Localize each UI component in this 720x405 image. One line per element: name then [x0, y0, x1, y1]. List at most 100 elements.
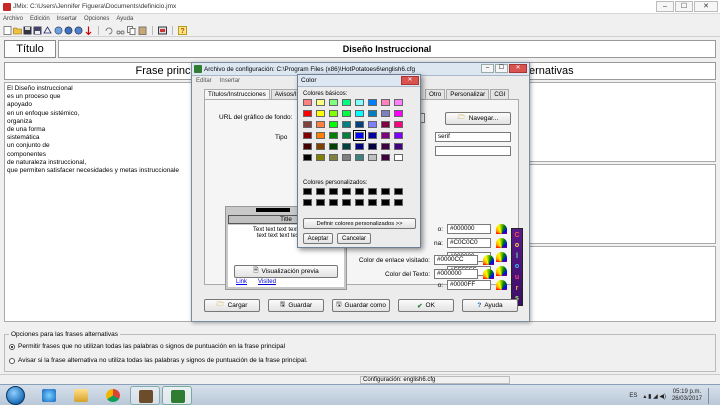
cut-icon[interactable]	[116, 26, 125, 35]
accept-button[interactable]: Aceptar	[303, 233, 333, 244]
config-menu-editar[interactable]: Editar	[196, 78, 212, 84]
font-field[interactable]: serif	[435, 132, 511, 142]
color-swatch[interactable]	[381, 132, 390, 139]
config-close-button[interactable]: ✕	[509, 64, 527, 73]
color-swatch[interactable]	[368, 132, 377, 139]
web3-icon[interactable]	[74, 26, 83, 35]
menu-edicion[interactable]: Edición	[30, 14, 50, 24]
color-field-5[interactable]: #0000FF	[447, 280, 491, 290]
preview-visited[interactable]: Visited	[258, 279, 276, 285]
new-icon[interactable]	[3, 26, 12, 35]
color-swatch[interactable]	[355, 154, 364, 161]
save-icon[interactable]	[23, 26, 32, 35]
custom-color-swatch[interactable]	[342, 188, 351, 195]
color-close-button[interactable]: ✕	[401, 76, 419, 85]
browse-button[interactable]: 🗁 Navegar...	[445, 112, 511, 125]
text-color-field[interactable]: #000000	[434, 269, 478, 279]
web-icon[interactable]	[54, 26, 63, 35]
taskbar-explorer[interactable]	[66, 386, 96, 405]
custom-color-swatch[interactable]	[368, 188, 377, 195]
color-field-2[interactable]: #C0C0C0	[447, 238, 491, 248]
title-field[interactable]: Diseño Instruccional	[58, 40, 716, 58]
close-button[interactable]: ✕	[694, 1, 718, 12]
color-swatch[interactable]	[316, 121, 325, 128]
config-maximize-button[interactable]: ☐	[495, 64, 508, 73]
custom-color-swatch[interactable]	[355, 188, 364, 195]
color-swatch[interactable]	[342, 121, 351, 128]
help-icon[interactable]: ?	[178, 26, 187, 35]
color-field-1[interactable]: #000000	[447, 224, 491, 234]
custom-color-swatch[interactable]	[316, 199, 325, 206]
color-swatch[interactable]	[381, 121, 390, 128]
color-swatch[interactable]	[368, 121, 377, 128]
color-picker-icon[interactable]	[496, 252, 507, 262]
visited-link-color-field[interactable]: #0000CC	[434, 255, 478, 265]
taskbar-ie[interactable]	[34, 386, 64, 405]
minimize-button[interactable]: –	[656, 1, 674, 12]
color-swatch[interactable]	[303, 132, 312, 139]
color-swatch[interactable]	[381, 154, 390, 161]
taskbar-chrome[interactable]	[98, 386, 128, 405]
color-swatch[interactable]	[342, 99, 351, 106]
custom-color-swatch[interactable]	[342, 199, 351, 206]
color-picker-icon[interactable]	[496, 224, 507, 234]
load-button[interactable]: 🗁 Cargar	[204, 299, 260, 312]
color-swatch[interactable]	[303, 110, 312, 117]
color-swatch[interactable]	[329, 110, 338, 117]
ok-button[interactable]: ✔ OK	[398, 299, 454, 312]
main-sentence-textarea[interactable]: El Diseño instruccional es un proceso qu…	[4, 82, 194, 322]
custom-color-swatch[interactable]	[381, 188, 390, 195]
color-swatch[interactable]	[381, 99, 390, 106]
color-swatch[interactable]	[329, 132, 338, 139]
color-swatch[interactable]	[329, 154, 338, 161]
color-swatch[interactable]	[303, 143, 312, 150]
tab-otro[interactable]: Otro	[425, 89, 446, 99]
help-button[interactable]: ? Ayuda	[462, 299, 518, 312]
custom-color-swatch[interactable]	[303, 199, 312, 206]
color-swatch[interactable]	[303, 99, 312, 106]
save-as-icon[interactable]	[33, 26, 42, 35]
color-swatch[interactable]	[394, 110, 403, 117]
color-swatch[interactable]	[355, 121, 364, 128]
tab-titulos[interactable]: Títulos/Instrucciones	[204, 89, 270, 99]
color-swatch[interactable]	[316, 154, 325, 161]
color-swatch[interactable]	[355, 143, 364, 150]
color-swatch[interactable]	[394, 132, 403, 139]
save-as-button[interactable]: 🖫 Guardar como	[332, 299, 390, 312]
alternative-textarea-3[interactable]	[528, 246, 716, 322]
custom-color-swatch[interactable]	[394, 199, 403, 206]
taskbar-hotpotatoes[interactable]	[130, 386, 160, 405]
color-swatch[interactable]	[381, 110, 390, 117]
color-swatch[interactable]	[329, 99, 338, 106]
define-custom-colors-button[interactable]: Definir colores personalizados >>	[303, 218, 416, 229]
custom-color-swatch[interactable]	[316, 188, 325, 195]
color-swatch[interactable]	[394, 99, 403, 106]
color-swatch[interactable]	[316, 132, 325, 139]
alternative-textarea-2[interactable]	[528, 164, 716, 244]
preview-button[interactable]: 🗎 Visualización previa	[234, 265, 338, 278]
maximize-button[interactable]: ☐	[675, 1, 693, 12]
title-button[interactable]: Título	[4, 40, 56, 58]
custom-color-swatch[interactable]	[303, 188, 312, 195]
menu-archivo[interactable]: Archivo	[3, 14, 23, 24]
cancel-button[interactable]: Cancelar	[337, 233, 371, 244]
color-swatch[interactable]	[316, 143, 325, 150]
custom-color-swatch[interactable]	[368, 199, 377, 206]
color-swatch[interactable]	[353, 130, 366, 141]
custom-color-swatch[interactable]	[329, 188, 338, 195]
arrow-icon[interactable]	[84, 26, 93, 36]
paste-icon[interactable]	[138, 26, 147, 35]
undo-icon[interactable]	[104, 26, 113, 35]
menu-insertar[interactable]: Insertar	[57, 14, 77, 24]
preview-link[interactable]: Link	[236, 279, 247, 285]
color-swatch[interactable]	[368, 110, 377, 117]
color-swatch[interactable]	[303, 121, 312, 128]
alternative-textarea-1[interactable]	[528, 82, 716, 162]
color-swatch[interactable]	[394, 154, 403, 161]
export-icon[interactable]	[43, 26, 52, 35]
config-icon[interactable]	[158, 26, 167, 35]
color-swatch[interactable]	[316, 110, 325, 117]
language-indicator[interactable]: ES	[629, 393, 637, 399]
color-swatch[interactable]	[368, 143, 377, 150]
clock[interactable]: 05:19 p.m. 26/03/2017	[672, 389, 702, 403]
